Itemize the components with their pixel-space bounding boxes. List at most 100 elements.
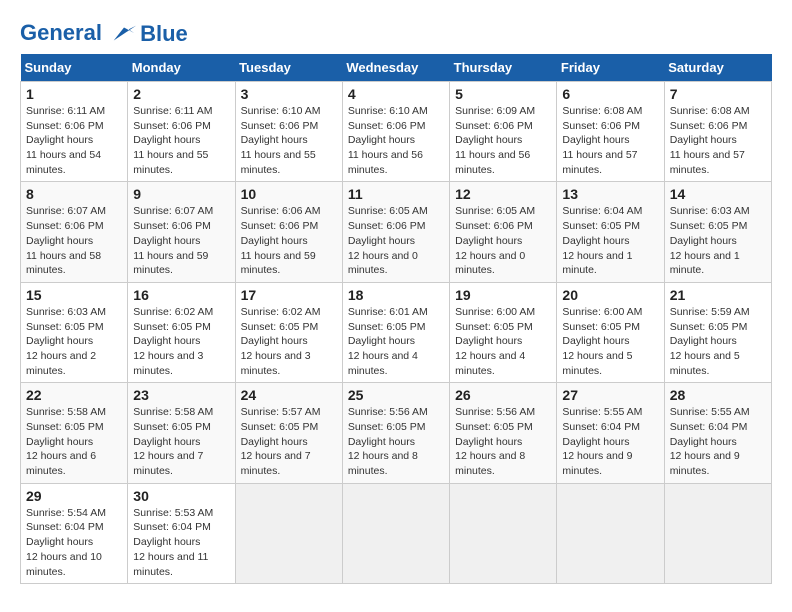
day-info: Sunrise: 6:00 AMSunset: 6:05 PMDaylight …	[455, 305, 551, 378]
day-number: 6	[562, 86, 658, 102]
calendar-cell: 2 Sunrise: 6:11 AMSunset: 6:06 PMDayligh…	[128, 82, 235, 182]
logo: General Blue	[20, 20, 188, 48]
day-info: Sunrise: 6:04 AMSunset: 6:05 PMDaylight …	[562, 204, 658, 277]
weekday-header-monday: Monday	[128, 54, 235, 82]
calendar-cell: 23 Sunrise: 5:58 AMSunset: 6:05 PMDaylig…	[128, 383, 235, 483]
day-info: Sunrise: 5:53 AMSunset: 6:04 PMDaylight …	[133, 506, 229, 579]
logo-bird-icon	[110, 20, 138, 48]
calendar-cell: 6 Sunrise: 6:08 AMSunset: 6:06 PMDayligh…	[557, 82, 664, 182]
day-info: Sunrise: 6:07 AMSunset: 6:06 PMDaylight …	[26, 204, 122, 277]
calendar-cell	[235, 483, 342, 583]
day-number: 19	[455, 287, 551, 303]
day-number: 1	[26, 86, 122, 102]
day-info: Sunrise: 5:58 AMSunset: 6:05 PMDaylight …	[133, 405, 229, 478]
calendar-cell: 19 Sunrise: 6:00 AMSunset: 6:05 PMDaylig…	[450, 282, 557, 382]
day-number: 8	[26, 186, 122, 202]
calendar-cell: 4 Sunrise: 6:10 AMSunset: 6:06 PMDayligh…	[342, 82, 449, 182]
day-info: Sunrise: 6:06 AMSunset: 6:06 PMDaylight …	[241, 204, 337, 277]
day-info: Sunrise: 6:11 AMSunset: 6:06 PMDaylight …	[133, 104, 229, 177]
calendar-cell	[450, 483, 557, 583]
day-info: Sunrise: 5:55 AMSunset: 6:04 PMDaylight …	[670, 405, 766, 478]
day-number: 7	[670, 86, 766, 102]
day-info: Sunrise: 6:01 AMSunset: 6:05 PMDaylight …	[348, 305, 444, 378]
calendar-cell: 16 Sunrise: 6:02 AMSunset: 6:05 PMDaylig…	[128, 282, 235, 382]
day-info: Sunrise: 6:03 AMSunset: 6:05 PMDaylight …	[26, 305, 122, 378]
day-number: 5	[455, 86, 551, 102]
weekday-header-friday: Friday	[557, 54, 664, 82]
weekday-header-saturday: Saturday	[664, 54, 771, 82]
day-info: Sunrise: 5:56 AMSunset: 6:05 PMDaylight …	[455, 405, 551, 478]
day-number: 18	[348, 287, 444, 303]
weekday-header-wednesday: Wednesday	[342, 54, 449, 82]
calendar-cell	[664, 483, 771, 583]
day-info: Sunrise: 5:58 AMSunset: 6:05 PMDaylight …	[26, 405, 122, 478]
day-info: Sunrise: 5:55 AMSunset: 6:04 PMDaylight …	[562, 405, 658, 478]
day-number: 17	[241, 287, 337, 303]
calendar-table: SundayMondayTuesdayWednesdayThursdayFrid…	[20, 54, 772, 584]
day-number: 25	[348, 387, 444, 403]
day-info: Sunrise: 5:57 AMSunset: 6:05 PMDaylight …	[241, 405, 337, 478]
calendar-cell: 5 Sunrise: 6:09 AMSunset: 6:06 PMDayligh…	[450, 82, 557, 182]
weekday-header-sunday: Sunday	[21, 54, 128, 82]
calendar-cell: 24 Sunrise: 5:57 AMSunset: 6:05 PMDaylig…	[235, 383, 342, 483]
logo-text-general: General	[20, 20, 102, 45]
day-number: 30	[133, 488, 229, 504]
calendar-cell: 30 Sunrise: 5:53 AMSunset: 6:04 PMDaylig…	[128, 483, 235, 583]
day-number: 10	[241, 186, 337, 202]
calendar-cell: 18 Sunrise: 6:01 AMSunset: 6:05 PMDaylig…	[342, 282, 449, 382]
day-number: 14	[670, 186, 766, 202]
calendar-week-4: 22 Sunrise: 5:58 AMSunset: 6:05 PMDaylig…	[21, 383, 772, 483]
day-number: 21	[670, 287, 766, 303]
calendar-cell: 14 Sunrise: 6:03 AMSunset: 6:05 PMDaylig…	[664, 182, 771, 282]
day-info: Sunrise: 6:00 AMSunset: 6:05 PMDaylight …	[562, 305, 658, 378]
calendar-cell: 22 Sunrise: 5:58 AMSunset: 6:05 PMDaylig…	[21, 383, 128, 483]
calendar-cell	[557, 483, 664, 583]
calendar-week-3: 15 Sunrise: 6:03 AMSunset: 6:05 PMDaylig…	[21, 282, 772, 382]
calendar-cell: 8 Sunrise: 6:07 AMSunset: 6:06 PMDayligh…	[21, 182, 128, 282]
calendar-body: 1 Sunrise: 6:11 AMSunset: 6:06 PMDayligh…	[21, 82, 772, 584]
calendar-cell: 29 Sunrise: 5:54 AMSunset: 6:04 PMDaylig…	[21, 483, 128, 583]
weekday-header-thursday: Thursday	[450, 54, 557, 82]
day-number: 9	[133, 186, 229, 202]
logo-text-blue: Blue	[140, 21, 188, 47]
calendar-cell: 1 Sunrise: 6:11 AMSunset: 6:06 PMDayligh…	[21, 82, 128, 182]
day-info: Sunrise: 6:10 AMSunset: 6:06 PMDaylight …	[241, 104, 337, 177]
day-number: 12	[455, 186, 551, 202]
day-info: Sunrise: 6:05 AMSunset: 6:06 PMDaylight …	[455, 204, 551, 277]
day-number: 26	[455, 387, 551, 403]
calendar-cell: 26 Sunrise: 5:56 AMSunset: 6:05 PMDaylig…	[450, 383, 557, 483]
day-info: Sunrise: 6:11 AMSunset: 6:06 PMDaylight …	[26, 104, 122, 177]
day-info: Sunrise: 5:54 AMSunset: 6:04 PMDaylight …	[26, 506, 122, 579]
day-number: 23	[133, 387, 229, 403]
day-number: 20	[562, 287, 658, 303]
day-info: Sunrise: 6:09 AMSunset: 6:06 PMDaylight …	[455, 104, 551, 177]
page-header: General Blue	[20, 20, 772, 48]
day-number: 29	[26, 488, 122, 504]
calendar-week-5: 29 Sunrise: 5:54 AMSunset: 6:04 PMDaylig…	[21, 483, 772, 583]
calendar-cell: 25 Sunrise: 5:56 AMSunset: 6:05 PMDaylig…	[342, 383, 449, 483]
day-number: 22	[26, 387, 122, 403]
calendar-cell: 21 Sunrise: 5:59 AMSunset: 6:05 PMDaylig…	[664, 282, 771, 382]
day-number: 2	[133, 86, 229, 102]
day-number: 15	[26, 287, 122, 303]
calendar-cell	[342, 483, 449, 583]
day-info: Sunrise: 6:02 AMSunset: 6:05 PMDaylight …	[133, 305, 229, 378]
day-number: 3	[241, 86, 337, 102]
day-info: Sunrise: 6:07 AMSunset: 6:06 PMDaylight …	[133, 204, 229, 277]
day-info: Sunrise: 5:59 AMSunset: 6:05 PMDaylight …	[670, 305, 766, 378]
day-info: Sunrise: 6:08 AMSunset: 6:06 PMDaylight …	[670, 104, 766, 177]
calendar-cell: 13 Sunrise: 6:04 AMSunset: 6:05 PMDaylig…	[557, 182, 664, 282]
day-number: 24	[241, 387, 337, 403]
weekday-header-tuesday: Tuesday	[235, 54, 342, 82]
day-info: Sunrise: 6:03 AMSunset: 6:05 PMDaylight …	[670, 204, 766, 277]
calendar-cell: 17 Sunrise: 6:02 AMSunset: 6:05 PMDaylig…	[235, 282, 342, 382]
day-number: 27	[562, 387, 658, 403]
day-info: Sunrise: 6:08 AMSunset: 6:06 PMDaylight …	[562, 104, 658, 177]
day-number: 16	[133, 287, 229, 303]
day-info: Sunrise: 6:05 AMSunset: 6:06 PMDaylight …	[348, 204, 444, 277]
calendar-header-row: SundayMondayTuesdayWednesdayThursdayFrid…	[21, 54, 772, 82]
calendar-cell: 7 Sunrise: 6:08 AMSunset: 6:06 PMDayligh…	[664, 82, 771, 182]
day-number: 4	[348, 86, 444, 102]
day-info: Sunrise: 6:10 AMSunset: 6:06 PMDaylight …	[348, 104, 444, 177]
calendar-cell: 11 Sunrise: 6:05 AMSunset: 6:06 PMDaylig…	[342, 182, 449, 282]
